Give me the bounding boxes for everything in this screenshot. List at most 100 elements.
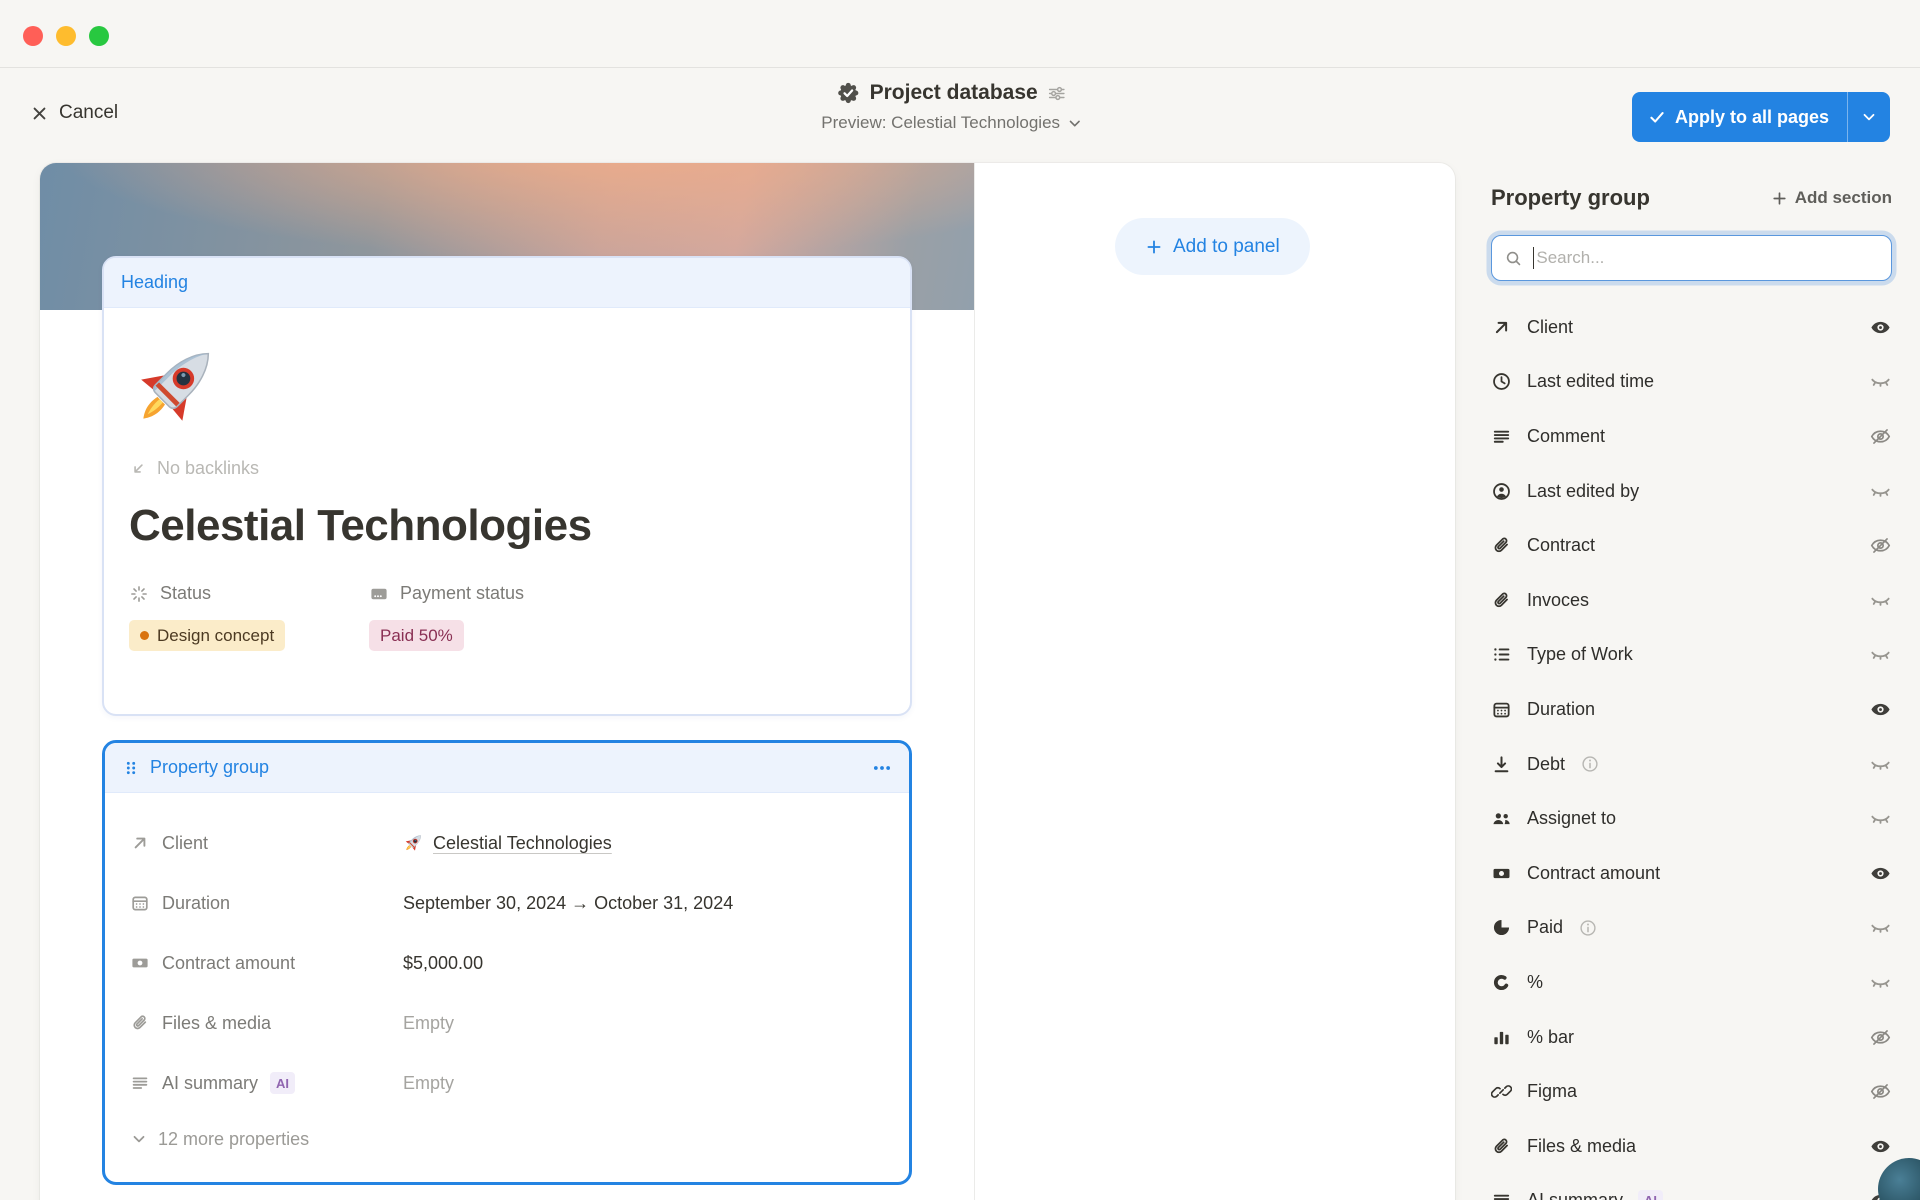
eye-open-icon[interactable] bbox=[1869, 698, 1892, 721]
search-input[interactable] bbox=[1536, 248, 1879, 268]
property-row-contract-amount[interactable]: Contract amount$5,000.00 bbox=[130, 933, 909, 993]
editor-canvas: Heading No backlinks Celestial Technolog… bbox=[40, 163, 1455, 1200]
cancel-button[interactable]: Cancel bbox=[30, 102, 118, 124]
property-label: Client bbox=[162, 833, 208, 854]
property-row-ai-summary[interactable]: AI summaryAIEmpty bbox=[130, 1053, 909, 1113]
sidebar-item-files-media[interactable]: Files & media bbox=[1491, 1119, 1892, 1174]
info-icon[interactable] bbox=[1578, 918, 1598, 938]
text-lines-icon bbox=[1491, 426, 1512, 447]
sidebar-item-type-of-work[interactable]: Type of Work bbox=[1491, 628, 1892, 683]
text-caret bbox=[1533, 247, 1534, 269]
plus-icon bbox=[1771, 190, 1788, 207]
dots-horizontal-icon[interactable] bbox=[871, 757, 893, 779]
property-row-files-media[interactable]: Files & mediaEmpty bbox=[130, 993, 909, 1053]
zoom-window-button[interactable] bbox=[89, 26, 109, 46]
page-icon-rocket[interactable] bbox=[129, 338, 227, 436]
clock-icon bbox=[1491, 371, 1512, 392]
eye-closed-icon[interactable] bbox=[1869, 370, 1892, 393]
sidebar-item--bar[interactable]: % bar bbox=[1491, 1010, 1892, 1065]
property-value[interactable]: $5,000.00 bbox=[403, 953, 483, 974]
text-lines-icon bbox=[130, 1073, 150, 1093]
eye-closed-icon[interactable] bbox=[1869, 753, 1892, 776]
add-section-button[interactable]: Add section bbox=[1771, 188, 1892, 208]
sidebar-item--[interactable]: % bbox=[1491, 955, 1892, 1010]
property-value[interactable]: September 30, 2024 → October 31, 2024 bbox=[403, 893, 733, 914]
sidebar-item-client[interactable]: Client bbox=[1491, 300, 1892, 355]
property-value[interactable]: Empty bbox=[403, 1013, 454, 1034]
status-badge[interactable]: Design concept bbox=[129, 620, 285, 651]
sidebar-item-label: Last edited time bbox=[1527, 371, 1654, 392]
property-value[interactable]: Celestial Technologies bbox=[403, 832, 612, 854]
property-row-duration[interactable]: Duration September 30, 2024 → October 31,… bbox=[130, 873, 909, 933]
heading-block-header[interactable]: Heading bbox=[104, 258, 910, 308]
side-panel-area: Add to panel bbox=[976, 163, 1455, 1200]
eye-slash-icon[interactable] bbox=[1869, 534, 1892, 557]
sidebar-item-contract[interactable]: Contract bbox=[1491, 518, 1892, 573]
sidebar-item-duration[interactable]: Duration bbox=[1491, 682, 1892, 737]
sidebar-item-ai-summary[interactable]: AI summaryAI bbox=[1491, 1174, 1892, 1200]
eye-slash-icon[interactable] bbox=[1869, 1080, 1892, 1103]
sidebar-item-label: Last edited by bbox=[1527, 481, 1639, 502]
close-window-button[interactable] bbox=[23, 26, 43, 46]
property-value-text: September 30, 2024 → October 31, 2024 bbox=[403, 893, 733, 914]
chevron-down-icon bbox=[1066, 115, 1083, 132]
eye-closed-icon[interactable] bbox=[1869, 589, 1892, 612]
property-group-block[interactable]: Property group Client Celestial Technolo… bbox=[102, 740, 912, 1185]
apply-options-button[interactable] bbox=[1848, 92, 1890, 142]
eye-closed-icon[interactable] bbox=[1869, 643, 1892, 666]
info-icon[interactable] bbox=[1580, 754, 1600, 774]
sidebar-item-invoces[interactable]: Invoces bbox=[1491, 573, 1892, 628]
heading-property-payment-status[interactable]: Payment statusPaid 50% bbox=[369, 583, 524, 651]
eye-closed-icon[interactable] bbox=[1869, 807, 1892, 830]
property-row-client[interactable]: Client Celestial Technologies bbox=[130, 813, 909, 873]
property-value-text: Empty bbox=[403, 1073, 454, 1094]
apply-to-all-pages-button[interactable]: Apply to all pages bbox=[1632, 92, 1890, 142]
eye-open-icon[interactable] bbox=[1869, 1135, 1892, 1158]
paperclip-icon bbox=[130, 1013, 150, 1033]
sidebar-item-contract-amount[interactable]: Contract amount bbox=[1491, 846, 1892, 901]
eye-closed-icon[interactable] bbox=[1869, 971, 1892, 994]
heading-block[interactable]: Heading No backlinks Celestial Technolog… bbox=[102, 256, 912, 716]
property-label: Duration bbox=[162, 893, 230, 914]
arrow-down-left-icon bbox=[129, 459, 148, 478]
sidebar-item-debt[interactable]: Debt bbox=[1491, 737, 1892, 792]
drag-handle-icon[interactable] bbox=[122, 759, 140, 777]
ai-badge: AI bbox=[1638, 1190, 1663, 1200]
status-dot bbox=[140, 631, 149, 640]
status-badge[interactable]: Paid 50% bbox=[369, 620, 464, 651]
sidebar-item-last-edited-time[interactable]: Last edited time bbox=[1491, 355, 1892, 410]
more-properties-toggle[interactable]: 12 more properties bbox=[130, 1113, 909, 1165]
sidebar-item-label: Type of Work bbox=[1527, 644, 1633, 665]
cancel-label: Cancel bbox=[59, 102, 118, 124]
backlinks-row[interactable]: No backlinks bbox=[129, 458, 910, 479]
sidebar-item-label: Paid bbox=[1527, 917, 1563, 938]
chevron-down-icon bbox=[130, 1130, 148, 1148]
sidebar-item-assignet-to[interactable]: Assignet to bbox=[1491, 791, 1892, 846]
search-box[interactable] bbox=[1491, 235, 1892, 281]
text-lines-icon bbox=[1491, 1190, 1512, 1200]
sliders-icon[interactable] bbox=[1047, 83, 1068, 104]
sidebar-item-paid[interactable]: Paid bbox=[1491, 901, 1892, 956]
link-icon bbox=[1491, 1081, 1512, 1102]
preview-selector[interactable]: Preview: Celestial Technologies bbox=[821, 113, 1083, 133]
sidebar-item-comment[interactable]: Comment bbox=[1491, 409, 1892, 464]
arrow-up-right-icon bbox=[1491, 317, 1512, 338]
eye-closed-icon[interactable] bbox=[1869, 480, 1892, 503]
property-group-header[interactable]: Property group bbox=[105, 743, 909, 793]
add-to-panel-button[interactable]: Add to panel bbox=[1115, 218, 1310, 275]
heading-property-status[interactable]: StatusDesign concept bbox=[129, 583, 369, 651]
property-value[interactable]: Empty bbox=[403, 1073, 454, 1094]
sidebar-item-last-edited-by[interactable]: Last edited by bbox=[1491, 464, 1892, 519]
more-properties-label: 12 more properties bbox=[158, 1129, 309, 1150]
minimize-window-button[interactable] bbox=[56, 26, 76, 46]
sidebar-item-label: Contract bbox=[1527, 535, 1595, 556]
eye-closed-icon[interactable] bbox=[1869, 916, 1892, 939]
add-section-label: Add section bbox=[1795, 188, 1892, 208]
sidebar-item-figma[interactable]: Figma bbox=[1491, 1064, 1892, 1119]
heading-properties: StatusDesign conceptPayment statusPaid 5… bbox=[129, 583, 910, 651]
add-to-panel-label: Add to panel bbox=[1173, 236, 1280, 258]
eye-slash-icon[interactable] bbox=[1869, 425, 1892, 448]
eye-open-icon[interactable] bbox=[1869, 862, 1892, 885]
eye-open-icon[interactable] bbox=[1869, 316, 1892, 339]
eye-slash-icon[interactable] bbox=[1869, 1026, 1892, 1049]
